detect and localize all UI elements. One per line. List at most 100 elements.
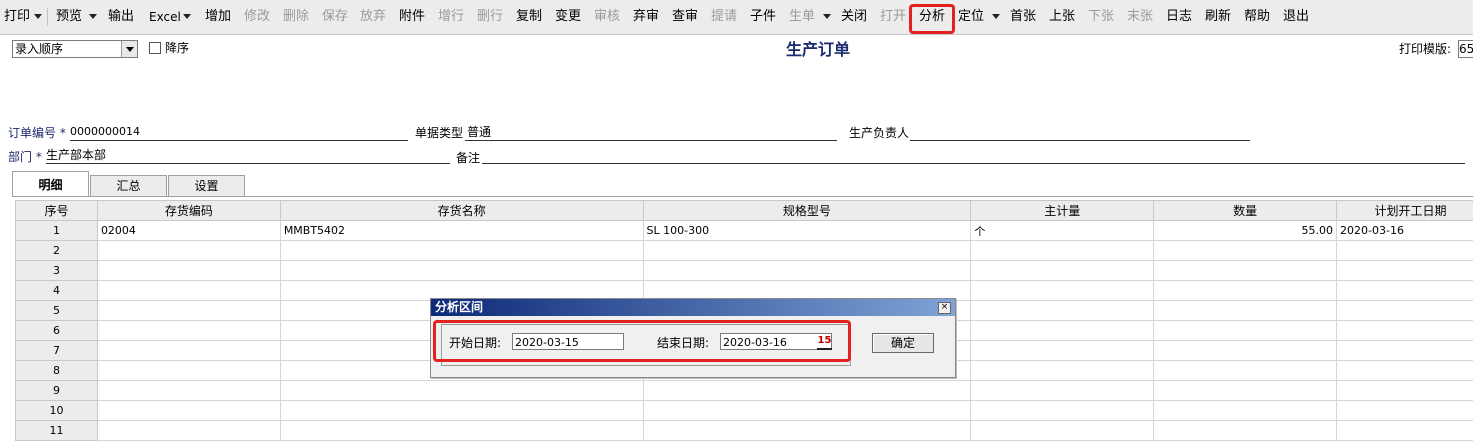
save-button[interactable]: 保存 <box>322 6 348 28</box>
doc-type-value[interactable]: 普通 <box>467 125 491 139</box>
cell-start-date[interactable] <box>1337 341 1473 361</box>
sub-item-button[interactable]: 子件 <box>750 6 776 28</box>
cell-item-code[interactable] <box>97 241 280 261</box>
cell-unit[interactable] <box>971 241 1154 261</box>
tab-detail[interactable]: 明细 <box>12 171 89 197</box>
delete-button[interactable]: 删除 <box>283 6 309 28</box>
refresh-button[interactable]: 刷新 <box>1205 6 1231 28</box>
tab-summary[interactable]: 汇总 <box>90 175 167 196</box>
cell-unit[interactable] <box>971 421 1154 441</box>
output-button[interactable]: 输出 <box>108 6 134 28</box>
help-button[interactable]: 帮助 <box>1244 6 1270 28</box>
cell-spec[interactable]: SL 100-300 <box>643 221 971 241</box>
table-row[interactable]: 9 <box>16 381 1473 401</box>
unaudit-button[interactable]: 弃审 <box>633 6 659 28</box>
locate-dropdown-icon[interactable] <box>992 14 1000 19</box>
cell-start-date[interactable] <box>1337 241 1473 261</box>
cell-qty[interactable] <box>1154 421 1337 441</box>
copy-button[interactable]: 复制 <box>516 6 542 28</box>
add-row-button[interactable]: 增行 <box>438 6 464 28</box>
cell-qty[interactable] <box>1154 321 1337 341</box>
col-header-item-name[interactable]: 存货名称 <box>280 201 643 221</box>
calendar-icon[interactable]: 15 <box>817 334 832 350</box>
exit-button[interactable]: 退出 <box>1283 6 1309 28</box>
cell-item-code[interactable] <box>97 321 280 341</box>
order-no-value[interactable]: 0000000014 <box>70 125 140 139</box>
cell-item-code[interactable]: 02004 <box>97 221 280 241</box>
cell-start-date[interactable] <box>1337 401 1473 421</box>
chevron-down-icon[interactable] <box>121 41 137 57</box>
first-button[interactable]: 首张 <box>1010 6 1036 28</box>
cell-item-name[interactable] <box>280 401 643 421</box>
cell-item-code[interactable] <box>97 361 280 381</box>
cell-start-date[interactable] <box>1337 361 1473 381</box>
cell-spec[interactable] <box>643 261 971 281</box>
log-button[interactable]: 日志 <box>1166 6 1192 28</box>
preview-button[interactable]: 预览 <box>56 6 82 28</box>
excel-button[interactable]: Excel <box>149 6 181 28</box>
cell-qty[interactable] <box>1154 341 1337 361</box>
sort-order-select[interactable]: 录入顺序 <box>12 40 138 58</box>
cell-start-date[interactable] <box>1337 381 1473 401</box>
dept-value[interactable]: 生产部本部 <box>46 148 106 162</box>
col-header-item-code[interactable]: 存货编码 <box>97 201 280 221</box>
cell-unit[interactable] <box>971 401 1154 421</box>
add-button[interactable]: 增加 <box>205 6 231 28</box>
change-button[interactable]: 变更 <box>555 6 581 28</box>
cell-qty[interactable] <box>1154 381 1337 401</box>
tab-settings[interactable]: 设置 <box>168 175 245 196</box>
cell-qty[interactable]: 55.00 <box>1154 221 1337 241</box>
close-icon[interactable]: × <box>938 302 951 314</box>
cell-start-date[interactable] <box>1337 281 1473 301</box>
next-button[interactable]: 下张 <box>1088 6 1114 28</box>
print-button[interactable]: 打印 <box>4 6 30 28</box>
cell-spec[interactable] <box>643 401 971 421</box>
locate-button[interactable]: 定位 <box>958 6 984 28</box>
excel-dropdown-icon[interactable] <box>183 14 191 19</box>
cell-start-date[interactable] <box>1337 301 1473 321</box>
cell-item-name[interactable] <box>280 241 643 261</box>
descending-checkbox[interactable] <box>149 42 161 54</box>
cell-item-name[interactable] <box>280 381 643 401</box>
cell-unit[interactable] <box>971 281 1154 301</box>
remark-field[interactable] <box>482 163 1465 164</box>
attachment-button[interactable]: 附件 <box>399 6 425 28</box>
cell-start-date[interactable] <box>1337 321 1473 341</box>
cell-item-code[interactable] <box>97 281 280 301</box>
last-button[interactable]: 末张 <box>1127 6 1153 28</box>
cell-unit[interactable] <box>971 321 1154 341</box>
cell-item-name[interactable]: MMBT5402 <box>280 221 643 241</box>
cell-item-code[interactable] <box>97 381 280 401</box>
generate-button[interactable]: 生单 <box>789 6 815 28</box>
audit-button[interactable]: 审核 <box>594 6 620 28</box>
cell-qty[interactable] <box>1154 261 1337 281</box>
col-header-unit[interactable]: 主计量 <box>971 201 1154 221</box>
cell-item-code[interactable] <box>97 301 280 321</box>
cell-start-date[interactable]: 2020-03-16 <box>1337 221 1473 241</box>
submit-button[interactable]: 提请 <box>711 6 737 28</box>
cell-spec[interactable] <box>643 421 971 441</box>
cell-unit[interactable] <box>971 341 1154 361</box>
print-dropdown-icon[interactable] <box>34 14 42 19</box>
check-audit-button[interactable]: 查审 <box>672 6 698 28</box>
manager-field[interactable] <box>910 140 1250 141</box>
cell-spec[interactable] <box>643 241 971 261</box>
cell-unit[interactable]: 个 <box>971 221 1154 241</box>
open-button[interactable]: 打开 <box>880 6 906 28</box>
cell-item-code[interactable] <box>97 341 280 361</box>
cell-item-code[interactable] <box>97 421 280 441</box>
cell-qty[interactable] <box>1154 241 1337 261</box>
preview-dropdown-icon[interactable] <box>89 14 97 19</box>
col-header-seq[interactable]: 序号 <box>16 201 98 221</box>
cell-qty[interactable] <box>1154 401 1337 421</box>
cell-qty[interactable] <box>1154 281 1337 301</box>
abandon-button[interactable]: 放弃 <box>360 6 386 28</box>
cell-unit[interactable] <box>971 361 1154 381</box>
modify-button[interactable]: 修改 <box>244 6 270 28</box>
print-template-input[interactable]: 65 <box>1458 40 1473 58</box>
start-date-input[interactable]: 2020-03-15 <box>512 333 624 350</box>
cell-item-name[interactable] <box>280 421 643 441</box>
col-header-spec[interactable]: 规格型号 <box>643 201 971 221</box>
end-date-input[interactable]: 2020-03-16 <box>720 333 832 350</box>
prev-button[interactable]: 上张 <box>1049 6 1075 28</box>
